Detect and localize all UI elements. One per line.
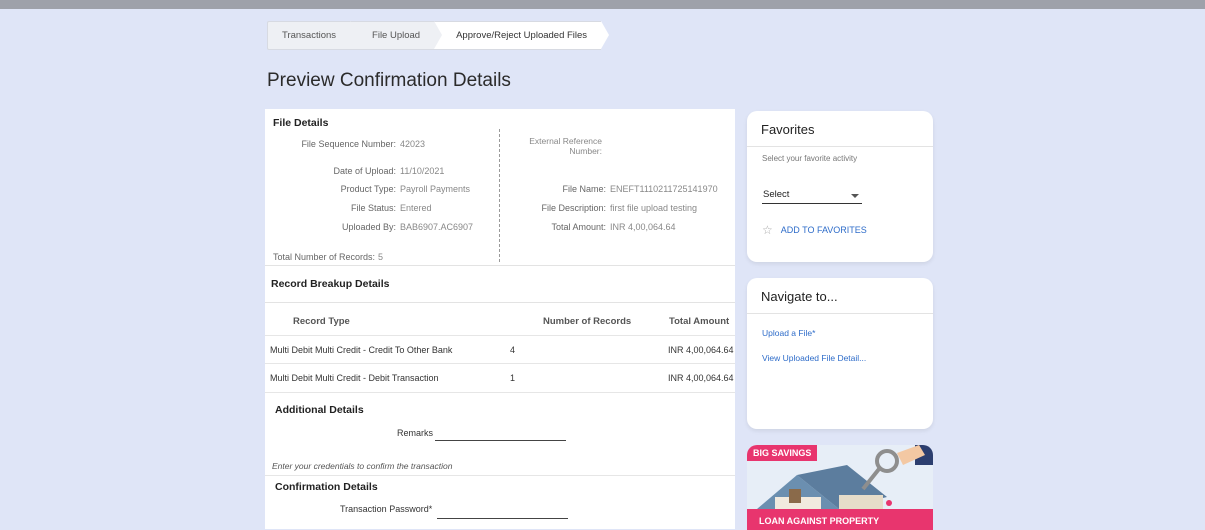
row-divider xyxy=(265,363,735,364)
file-description: File Description: first file upload testi… xyxy=(500,203,697,213)
additional-details-heading: Additional Details xyxy=(275,404,364,416)
row-divider xyxy=(265,475,735,476)
card-divider xyxy=(747,313,933,314)
add-to-favorites-label: ADD TO FAVORITES xyxy=(780,225,867,235)
promo-banner[interactable]: BIG SAVINGS LOAN AGAINST PROPERTY xyxy=(747,445,933,530)
row-divider xyxy=(265,392,735,393)
field-label: Total Number of Records: xyxy=(273,252,376,262)
record-count-cell: 4 xyxy=(510,345,516,355)
transaction-password-label: Transaction Password* xyxy=(340,504,433,514)
field-label: Product Type: xyxy=(340,184,396,194)
field-label: Uploaded By: xyxy=(341,222,396,232)
file-details-heading: File Details xyxy=(273,117,329,129)
favorites-title: Favorites xyxy=(761,122,815,137)
main-panel: File Details File Sequence Number: 42023 … xyxy=(265,109,735,529)
navigate-title: Navigate to... xyxy=(761,289,838,304)
field-label: File Name: xyxy=(562,184,606,194)
breadcrumb-transactions[interactable]: Transactions xyxy=(267,21,359,50)
file-status: File Status: Entered xyxy=(265,203,432,213)
field-value: Entered xyxy=(400,203,432,213)
field-label: File Status: xyxy=(350,203,396,213)
star-icon: ☆ xyxy=(762,223,773,237)
details-divider xyxy=(499,129,500,262)
breadcrumb-approve-reject[interactable]: Approve/Reject Uploaded Files xyxy=(434,21,610,50)
transaction-password-input[interactable] xyxy=(437,518,568,519)
breadcrumb-file-upload[interactable]: File Upload xyxy=(350,21,443,50)
card-divider xyxy=(747,146,933,147)
caret-down-icon xyxy=(851,194,859,198)
record-type-cell: Multi Debit Multi Credit - Credit To Oth… xyxy=(270,345,453,355)
field-value: ENEFT1110211725141970 xyxy=(610,184,718,194)
favorite-activity-select[interactable]: Select xyxy=(762,187,862,204)
field-label: Date of Upload: xyxy=(333,166,396,176)
remarks-input[interactable] xyxy=(435,440,566,441)
file-sequence-number: File Sequence Number: 42023 xyxy=(265,139,425,149)
date-of-upload: Date of Upload: 11/10/2021 xyxy=(265,166,444,176)
view-uploaded-file-detail-link[interactable]: View Uploaded File Detail... xyxy=(762,353,866,363)
remarks-label: Remarks xyxy=(397,428,434,438)
column-header-total-amount: Total Amount xyxy=(669,316,730,327)
field-value: 5 xyxy=(378,252,384,262)
field-label: File Description: xyxy=(541,203,606,213)
field-value: 11/10/2021 xyxy=(400,166,445,176)
favorites-card: Favorites Select your favorite activity … xyxy=(747,111,933,262)
record-type-cell: Multi Debit Multi Credit - Debit Transac… xyxy=(270,373,439,383)
favorites-subtitle: Select your favorite activity xyxy=(762,154,858,163)
column-header-number-of-records: Number of Records xyxy=(543,316,632,327)
total-amount: Total Amount: INR 4,00,064.64 xyxy=(500,222,676,232)
select-value: Select xyxy=(763,189,790,200)
field-label: Total Amount: xyxy=(551,222,606,232)
field-value: Payroll Payments xyxy=(400,184,471,194)
add-to-favorites-button[interactable]: ☆ ADD TO FAVORITES xyxy=(762,224,867,236)
credentials-hint: Enter your credentials to confirm the tr… xyxy=(272,461,453,471)
uploaded-by: Uploaded By: BAB6907.AC6907 xyxy=(265,222,473,232)
breadcrumb: Transactions File Upload Approve/Reject … xyxy=(267,21,610,50)
confirmation-details-heading: Confirmation Details xyxy=(275,481,378,493)
row-divider xyxy=(265,335,735,336)
total-number-of-records: Total Number of Records: 5 xyxy=(273,252,383,262)
product-type: Product Type: Payroll Payments xyxy=(265,184,470,194)
section-divider xyxy=(265,265,735,266)
record-breakup-heading: Record Breakup Details xyxy=(271,278,390,290)
page-title: Preview Confirmation Details xyxy=(267,70,511,91)
upload-file-link[interactable]: Upload a File* xyxy=(762,328,815,338)
field-label: File Sequence Number: xyxy=(301,139,396,149)
navigate-card: Navigate to... Upload a File* View Uploa… xyxy=(747,278,933,429)
record-amount-cell: INR 4,00,064.64 xyxy=(668,345,734,355)
field-value: INR 4,00,064.64 xyxy=(610,222,676,232)
field-value: BAB6907.AC6907 xyxy=(400,222,474,232)
record-count-cell: 1 xyxy=(510,373,516,383)
record-amount-cell: INR 4,00,064.64 xyxy=(668,373,734,383)
external-reference-label: External Reference Number: xyxy=(529,136,602,156)
field-value: first file upload testing xyxy=(610,203,698,213)
section-divider xyxy=(265,302,735,303)
field-value: 42023 xyxy=(400,139,426,149)
top-bar xyxy=(0,0,1205,9)
file-name: File Name: ENEFT1110211725141970 xyxy=(500,184,718,194)
column-header-record-type: Record Type xyxy=(293,316,350,327)
